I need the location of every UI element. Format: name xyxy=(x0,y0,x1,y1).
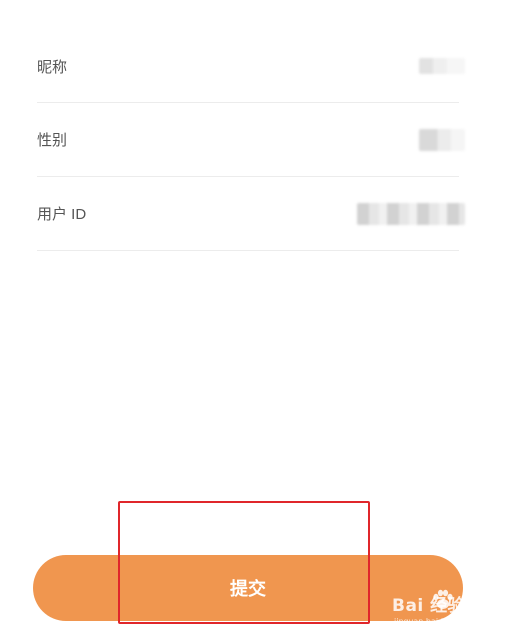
profile-form: 昵称 性别 用户 ID xyxy=(37,30,465,251)
baidu-jingyan-watermark: Bai 经验 jingyan.baidu.com xyxy=(392,585,510,633)
gender-row[interactable]: 性别 xyxy=(37,103,465,177)
nickname-label: 昵称 xyxy=(37,58,68,76)
user-id-row[interactable]: 用户 ID xyxy=(37,177,465,251)
watermark-url: jingyan.baidu.com xyxy=(394,617,468,626)
user-id-value-blurred xyxy=(357,202,465,225)
gender-label: 性别 xyxy=(37,132,68,149)
nickname-value-blurred xyxy=(419,58,465,74)
gender-value-blurred xyxy=(419,128,465,151)
nickname-row[interactable]: 昵称 xyxy=(37,30,465,103)
user-id-label: 用户 ID xyxy=(37,206,87,223)
paw-icon xyxy=(433,589,453,609)
